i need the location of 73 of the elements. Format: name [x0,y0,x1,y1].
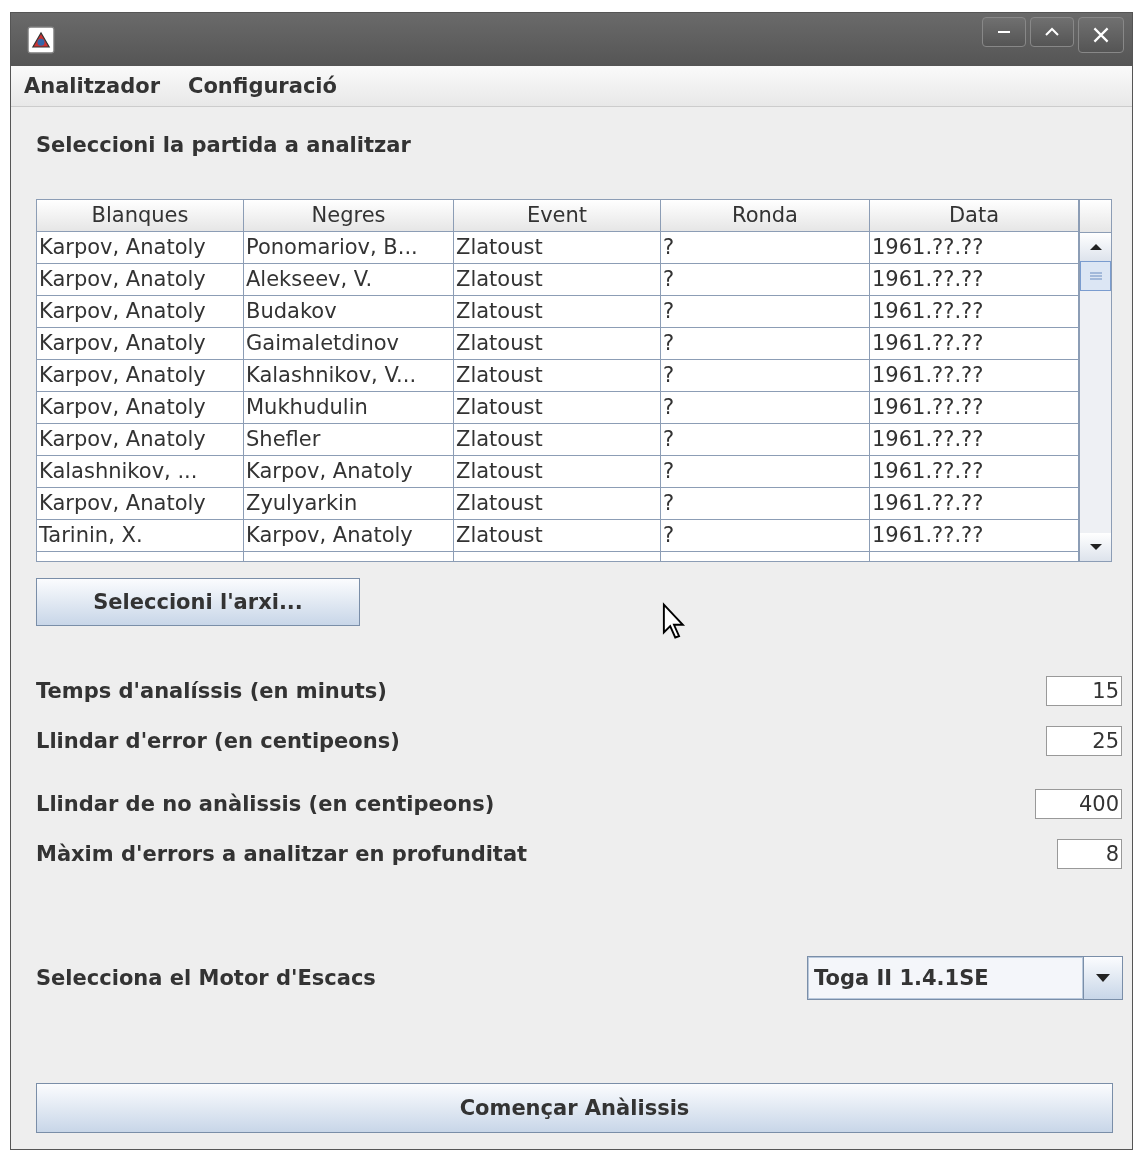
menu-item[interactable]: Analitzador [24,74,161,98]
table-cell: Mukhudulin [244,392,454,424]
table-cell: Shefler [244,424,454,456]
table-cell: ? [661,296,870,328]
setting-label: Llindar de no anàlissis (en centipeons) [36,792,495,816]
scroll-down-button[interactable] [1080,533,1111,561]
table-cell: Karpov, Anatoly [37,328,244,360]
table-cell: Karpov, Anatoly [37,392,244,424]
table-cell: Karpov, Anatoly [37,360,244,392]
number-field[interactable]: 25 [1046,726,1122,756]
number-field[interactable]: 15 [1046,676,1122,706]
setting-label: Llindar d'error (en centipeons) [36,729,400,753]
table-cell: ? [661,488,870,520]
table-cell: Budakov [244,296,454,328]
column-header[interactable]: Negres [244,200,454,232]
table-cell: Karpov, Anatoly [37,232,244,264]
table-cell: Zlatoust [454,488,661,520]
table-cell: Zlatoust [454,296,661,328]
table-cell: Karpov, Anatoly [37,264,244,296]
table-cell: Zlatoust [454,392,661,424]
table-cell: ? [661,392,870,424]
table-cell: Zyulyarkin [244,488,454,520]
table-cell: ? [661,328,870,360]
column-header[interactable]: Ronda [661,200,870,232]
scroll-thumb[interactable] [1080,261,1111,291]
maximize-button[interactable] [1030,17,1074,47]
number-field[interactable]: 400 [1035,789,1122,819]
table-cell: Kalashnikov, V... [244,360,454,392]
minimize-icon [998,30,1010,34]
number-field[interactable]: 8 [1057,839,1122,869]
table-cell: Zlatoust [454,360,661,392]
menu-item[interactable]: Configuració [188,74,337,98]
scrollbar[interactable] [1079,200,1111,561]
mouse-pointer-icon [661,602,687,640]
engine-label: Selecciona el Motor d'Escacs [36,966,376,990]
section-heading: Seleccioni la partida a analitzar [36,133,412,159]
engine-dropdown[interactable]: Toga II 1.4.1SE [807,956,1123,1000]
table-cell: Zlatoust [454,328,661,360]
table-cell: Gaimaletdinov [244,328,454,360]
dropdown-arrow-icon [1095,973,1111,983]
table-cell: ? [661,424,870,456]
table-cell: ? [661,520,870,552]
table-cell: Tarinin, X. [37,520,244,552]
table-cell: Karpov, Anatoly [37,488,244,520]
table-cell: Alekseev, V. [244,264,454,296]
table-cell: ? [661,264,870,296]
table-cell: ? [661,360,870,392]
app-icon [27,25,55,54]
up-arrow-icon [1088,242,1103,252]
setting-label: Temps d'analíssis (en minuts) [36,679,387,703]
table-cell: Zlatoust [454,264,661,296]
column-header[interactable]: Blanques [37,200,244,232]
scroll-up-button[interactable] [1080,233,1111,261]
down-arrow-icon [1088,542,1103,552]
close-button[interactable] [1078,17,1124,53]
table-cell: ? [661,232,870,264]
table-cell: Kalashnikov, ... [37,456,244,488]
setting-label: Màxim d'errors a analitzar en profunditat [36,842,528,866]
table-cell: Zlatoust [454,456,661,488]
table-cell: Karpov, Anatoly [37,296,244,328]
table-cell: Ponomariov, B... [244,232,454,264]
grip-icon [1088,271,1103,281]
start-analysis-button[interactable]: Començar Anàlissis [36,1083,1113,1133]
table-cell: Karpov, Anatoly [244,456,454,488]
select-file-button[interactable]: Seleccioni l'arxi... [36,578,360,626]
table-cell: Karpov, Anatoly [37,424,244,456]
table-cell: Zlatoust [454,232,661,264]
column-header[interactable]: Data [870,200,1079,232]
column-header[interactable]: Event [454,200,661,232]
table-cell: Zlatoust [454,520,661,552]
table-cell: Zlatoust [454,424,661,456]
table-cell: Karpov, Anatoly [244,520,454,552]
table-cell: ? [661,456,870,488]
